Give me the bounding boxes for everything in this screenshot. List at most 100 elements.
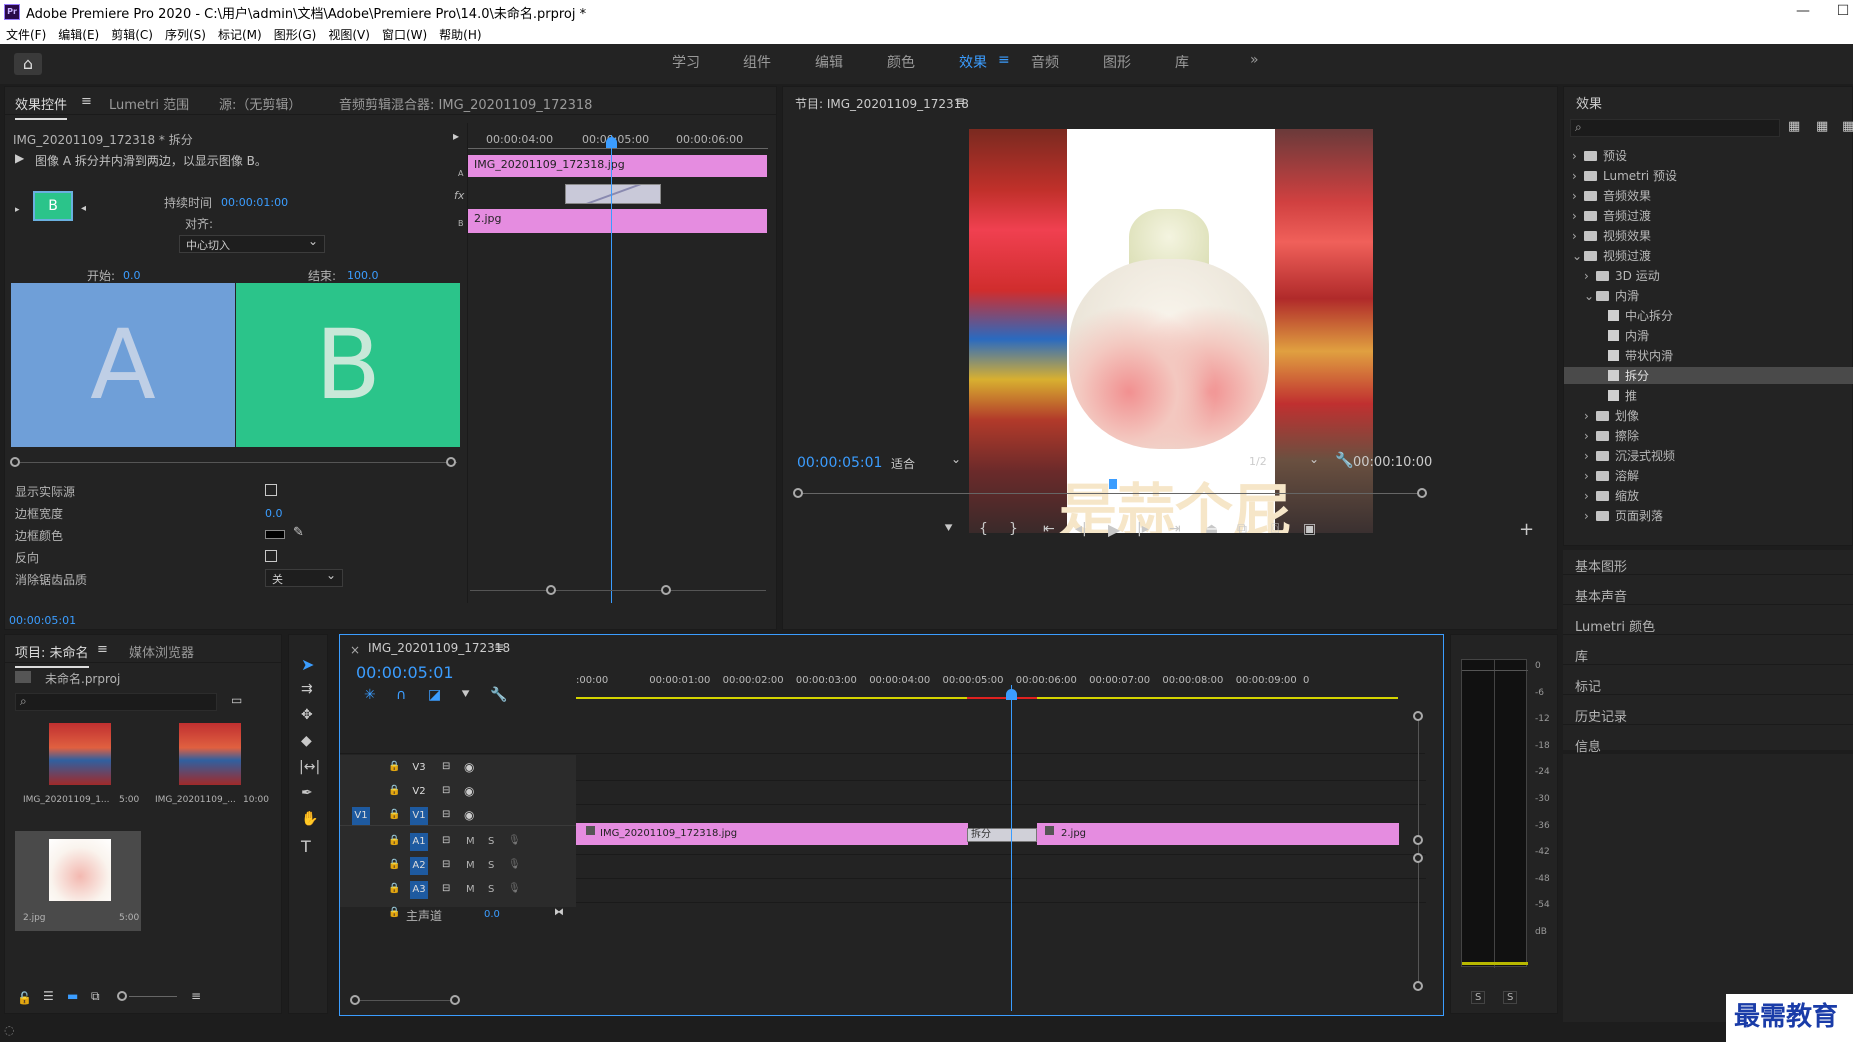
border-width-value[interactable]: 0.0 [265,507,283,520]
track-select-tool-icon[interactable]: ⇉ [301,681,313,697]
microphone-icon[interactable]: 🎙 [508,835,521,846]
tab-project[interactable]: 项目: 未命名 [15,642,89,668]
eyedropper-icon[interactable]: ✎ [293,525,304,540]
mute-button[interactable]: M [466,836,475,847]
effects-tree-item[interactable]: › Lumetri 预设 [1572,167,1677,184]
tab-menu-icon[interactable]: ≡ [81,94,92,109]
menu-edit[interactable]: 编辑(E) [52,24,105,43]
effects-tree-item[interactable]: › 划像 [1584,407,1639,424]
sync-lock-icon[interactable]: ⊟ [442,859,450,870]
chevron-right-icon[interactable]: › [1584,269,1596,283]
workspace-color[interactable]: 颜色 [887,52,915,72]
vscroll-handle[interactable] [1413,981,1423,991]
side-essential-graphics[interactable]: 基本图形 [1575,556,1627,575]
preview-a[interactable]: A [11,283,235,447]
play-clip-icon[interactable]: ▸ [453,129,459,143]
hand-tool-icon[interactable]: ✋ [301,811,318,827]
menu-view[interactable]: 视图(V) [322,24,376,43]
effects-tree-item[interactable]: › 视频效果 [1572,227,1651,244]
go-to-in-icon[interactable]: ⇤ [1043,521,1055,537]
track-a2-label[interactable]: A2 [410,857,428,875]
effects-tree-item[interactable]: 带状内滑 [1596,347,1673,364]
scroll-handle-right[interactable] [446,457,456,467]
eye-icon[interactable]: ◉ [464,808,474,822]
side-history[interactable]: 历史记录 [1575,706,1627,725]
hscroll-handle-right[interactable] [450,995,460,1005]
effects-tree-item[interactable]: › 页面剥落 [1584,507,1663,524]
track-v1-label[interactable]: V1 [410,807,428,825]
snap-icon[interactable]: ∩ [396,687,406,703]
thumb-expand-icon[interactable]: ▸ [15,205,20,215]
home-icon[interactable]: ⌂ [14,53,42,75]
export-frame-icon[interactable]: ⌼ [1271,521,1279,537]
selection-tool-icon[interactable]: ➤ [301,655,314,674]
solo-button[interactable]: S [488,860,494,871]
chevron-right-icon[interactable]: › [1584,509,1596,523]
list-view-icon[interactable]: ☰ [43,989,54,1003]
project-item[interactable]: IMG_20201109_... 10:00 [145,717,271,813]
mini-playhead-handle[interactable] [606,137,617,148]
icon-view-icon[interactable]: ▬ [67,989,78,1003]
program-title[interactable]: 节目: IMG_20201109_172318 [795,95,969,112]
align-select[interactable]: 中心切入 [179,234,325,253]
lock-track-icon[interactable]: 🔒 [388,761,400,772]
sync-lock-icon[interactable]: ⊟ [442,883,450,894]
track-v3-label[interactable]: V3 [410,759,428,777]
mute-button[interactable]: M [466,860,475,871]
linked-selection-icon[interactable]: ◪ [428,687,441,703]
workspace-menu-icon[interactable]: ≡ [998,52,1010,68]
wrench-icon[interactable]: 🔧 [1335,451,1354,469]
new-bin-icon[interactable]: ▭ [231,693,242,707]
program-scroll-left[interactable] [793,488,803,498]
solo-button[interactable]: S [488,836,494,847]
timeline-playhead[interactable] [1011,685,1012,1011]
effects-tree-item[interactable]: 拆分 [1564,367,1853,384]
razor-tool-icon[interactable]: ◆ [301,733,312,749]
lock-track-icon[interactable]: 🔒 [388,835,400,846]
quality-select[interactable]: 1/2 [1245,452,1325,472]
sync-lock-icon[interactable]: ⊟ [442,835,450,846]
lock-track-icon[interactable]: 🔒 [388,809,400,820]
timeline-tab[interactable]: IMG_20201109_172318 [368,641,510,655]
border-color-swatch[interactable] [265,530,285,539]
solo-button[interactable]: S [488,884,494,895]
anti-aliasing-select[interactable]: 关 [265,568,343,587]
mini-scroll-handle-left[interactable] [546,585,556,595]
effects-tree-item[interactable]: 推 [1596,387,1637,404]
chevron-right-icon[interactable]: › [1584,409,1596,423]
comparison-view-icon[interactable]: ▣ [1303,521,1316,537]
program-menu-icon[interactable]: ≡ [955,94,965,108]
effects-tree-item[interactable]: ⌄ 内滑 [1584,287,1639,304]
lock-track-icon[interactable]: 🔒 [388,785,400,796]
mini-clip-b[interactable]: 2.jpg [468,209,767,233]
track-a1-label[interactable]: A1 [410,833,428,851]
workspace-audio[interactable]: 音频 [1031,52,1059,72]
effects-tree-item[interactable]: › 缩放 [1584,487,1639,504]
32bit-effects-icon[interactable]: ▦ [1816,119,1828,134]
chevron-right-icon[interactable]: › [1584,449,1596,463]
vscroll-handle[interactable] [1413,835,1423,845]
effects-tree-item[interactable]: › 3D 运动 [1584,267,1660,284]
track-v2-label[interactable]: V2 [410,783,428,801]
slip-tool-icon[interactable]: |↔| [299,759,320,775]
chevron-right-icon[interactable]: › [1572,209,1584,223]
step-back-icon[interactable]: ◂| [1075,521,1087,537]
eye-icon[interactable]: ◉ [464,760,474,774]
yuv-effects-icon[interactable]: ▦ [1842,119,1853,134]
workspace-libraries[interactable]: 库 [1175,52,1189,72]
preview-b[interactable]: B [236,283,460,447]
nest-icon[interactable]: ✳ [364,687,376,703]
lock-track-icon[interactable]: 🔒 [388,907,400,918]
timeline-timecode[interactable]: 00:00:05:01 [356,663,454,682]
effects-search-input[interactable]: ⌕ [1570,119,1780,137]
effects-tree-item[interactable]: 内滑 [1596,327,1649,344]
step-forward-icon[interactable]: |▸ [1137,521,1149,537]
effects-tree-item[interactable]: › 预设 [1572,147,1627,164]
mini-playhead[interactable] [611,135,612,603]
chevron-right-icon[interactable]: › [1572,149,1584,163]
effects-tree-item[interactable]: › 音频过渡 [1572,207,1651,224]
program-scrub-bar[interactable] [797,493,1427,494]
timeline-settings-icon[interactable]: 🔧 [490,687,507,703]
project-item-selected[interactable]: 2.jpg 5:00 [15,831,141,931]
mini-scrollbar[interactable] [470,590,766,591]
